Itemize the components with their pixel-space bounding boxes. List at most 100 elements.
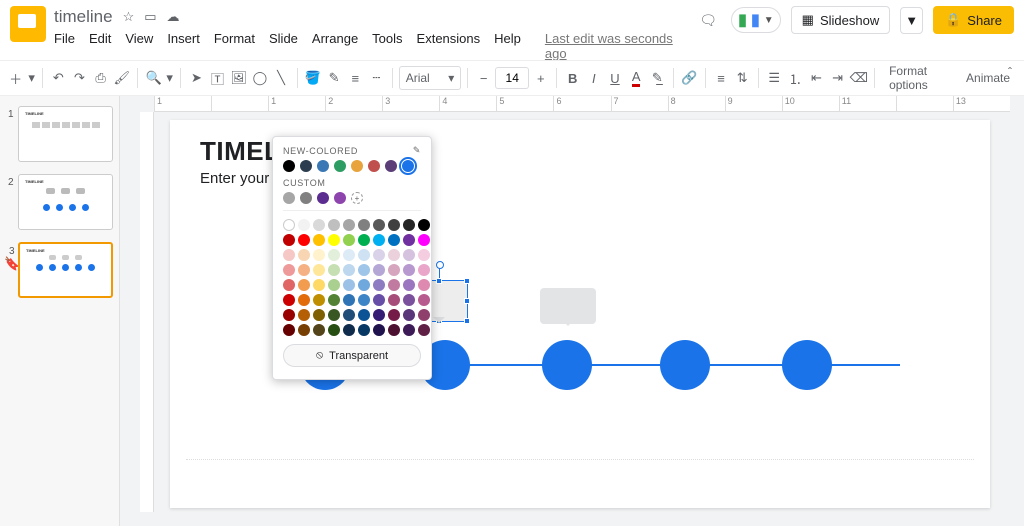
- highlight-button[interactable]: ✎̲: [648, 65, 667, 91]
- color-swatch[interactable]: [313, 294, 325, 306]
- color-swatch[interactable]: [388, 279, 400, 291]
- new-slide-button[interactable]: ＋: [6, 65, 25, 91]
- color-swatch[interactable]: [403, 249, 415, 261]
- color-swatch[interactable]: [373, 234, 385, 246]
- callout-shape-2[interactable]: [540, 288, 596, 324]
- menu-format[interactable]: Format: [214, 31, 255, 61]
- timeline-node-3[interactable]: [542, 340, 592, 390]
- color-swatch[interactable]: [313, 324, 325, 336]
- clear-format-button[interactable]: ⌫: [849, 65, 868, 91]
- menu-extensions[interactable]: Extensions: [417, 31, 481, 61]
- timeline-node-4[interactable]: [660, 340, 710, 390]
- add-custom-color-button[interactable]: +: [351, 192, 363, 204]
- color-swatch[interactable]: [403, 324, 415, 336]
- color-swatch[interactable]: [313, 309, 325, 321]
- transparent-button[interactable]: ⦸ Transparent: [283, 344, 421, 367]
- color-swatch[interactable]: [343, 279, 355, 291]
- color-swatch[interactable]: [283, 219, 295, 231]
- color-swatch[interactable]: [313, 234, 325, 246]
- canvas-area[interactable]: 1123456789101113 TIMELINE Enter your sub…: [120, 96, 1024, 526]
- undo-button[interactable]: ↶: [49, 65, 68, 91]
- theme-color-swatch[interactable]: [368, 160, 380, 172]
- star-icon[interactable]: ☆: [123, 9, 135, 25]
- menu-file[interactable]: File: [54, 31, 75, 61]
- color-swatch[interactable]: [343, 264, 355, 276]
- color-swatch[interactable]: [283, 234, 295, 246]
- color-swatch[interactable]: [313, 219, 325, 231]
- color-swatch[interactable]: [343, 249, 355, 261]
- menu-slide[interactable]: Slide: [269, 31, 298, 61]
- color-swatch[interactable]: [373, 309, 385, 321]
- resize-handle-ne[interactable]: [464, 278, 470, 284]
- align-button[interactable]: ≡: [712, 65, 731, 91]
- color-swatch[interactable]: [388, 249, 400, 261]
- color-swatch[interactable]: [358, 324, 370, 336]
- theme-color-swatch[interactable]: [300, 160, 312, 172]
- thumb-slide-2[interactable]: 2 TIMELINE: [18, 174, 113, 230]
- color-swatch[interactable]: [298, 234, 310, 246]
- color-swatch[interactable]: [283, 264, 295, 276]
- cloud-icon[interactable]: ☁: [167, 9, 180, 25]
- color-swatch[interactable]: [313, 264, 325, 276]
- resize-handle-e[interactable]: [464, 298, 470, 304]
- theme-color-swatch[interactable]: [334, 160, 346, 172]
- color-swatch[interactable]: [298, 294, 310, 306]
- zoom-button[interactable]: 🔍: [144, 65, 163, 91]
- color-swatch[interactable]: [298, 309, 310, 321]
- doc-title[interactable]: timeline: [54, 7, 113, 27]
- color-swatch[interactable]: [373, 219, 385, 231]
- line-spacing-button[interactable]: ⇅: [733, 65, 752, 91]
- color-swatch[interactable]: [298, 219, 310, 231]
- custom-color-swatch[interactable]: [334, 192, 346, 204]
- color-swatch[interactable]: [388, 324, 400, 336]
- color-swatch[interactable]: [328, 279, 340, 291]
- meet-button[interactable]: ▮▮ ▼: [731, 7, 781, 33]
- font-select[interactable]: Arial▾: [399, 66, 462, 90]
- edit-status[interactable]: Last edit was seconds ago: [545, 31, 695, 61]
- format-options-button[interactable]: Format options: [881, 64, 956, 92]
- paint-format-button[interactable]: 🖌: [112, 65, 131, 91]
- thumb-slide-1[interactable]: 1 TIMELINE: [18, 106, 113, 162]
- color-swatch[interactable]: [418, 234, 430, 246]
- color-swatch[interactable]: [418, 249, 430, 261]
- menu-insert[interactable]: Insert: [167, 31, 200, 61]
- color-swatch[interactable]: [388, 234, 400, 246]
- color-swatch[interactable]: [388, 294, 400, 306]
- image-tool[interactable]: 🖼: [229, 65, 248, 91]
- insert-link-button[interactable]: 🔗: [680, 65, 699, 91]
- custom-color-swatch[interactable]: [300, 192, 312, 204]
- color-swatch[interactable]: [343, 324, 355, 336]
- color-swatch[interactable]: [358, 264, 370, 276]
- resize-handle-se[interactable]: [464, 318, 470, 324]
- color-swatch[interactable]: [358, 309, 370, 321]
- theme-color-swatch[interactable]: [402, 160, 414, 172]
- theme-color-swatch[interactable]: [283, 160, 295, 172]
- color-swatch[interactable]: [388, 309, 400, 321]
- color-swatch[interactable]: [403, 234, 415, 246]
- font-size-decrease[interactable]: −: [474, 65, 493, 91]
- new-slide-dropdown[interactable]: ▾: [27, 65, 36, 91]
- color-swatch[interactable]: [283, 324, 295, 336]
- color-swatch[interactable]: [418, 219, 430, 231]
- color-swatch[interactable]: [343, 309, 355, 321]
- color-swatch[interactable]: [358, 294, 370, 306]
- slideshow-button[interactable]: ▦ Slideshow: [791, 6, 891, 34]
- color-swatch[interactable]: [313, 279, 325, 291]
- menu-arrange[interactable]: Arrange: [312, 31, 358, 61]
- thumb-slide-3[interactable]: 3 TIMELINE: [18, 242, 113, 298]
- color-swatch[interactable]: [388, 219, 400, 231]
- color-swatch[interactable]: [358, 219, 370, 231]
- color-swatch[interactable]: [328, 219, 340, 231]
- timeline-node-5[interactable]: [782, 340, 832, 390]
- decrease-indent-button[interactable]: ⇤: [807, 65, 826, 91]
- font-size-input[interactable]: [495, 67, 529, 89]
- color-swatch[interactable]: [328, 324, 340, 336]
- color-swatch[interactable]: [298, 249, 310, 261]
- color-swatch[interactable]: [358, 234, 370, 246]
- resize-handle-n[interactable]: [436, 278, 442, 284]
- color-swatch[interactable]: [283, 249, 295, 261]
- color-swatch[interactable]: [403, 294, 415, 306]
- color-swatch[interactable]: [373, 264, 385, 276]
- color-swatch[interactable]: [403, 219, 415, 231]
- custom-color-swatch[interactable]: [317, 192, 329, 204]
